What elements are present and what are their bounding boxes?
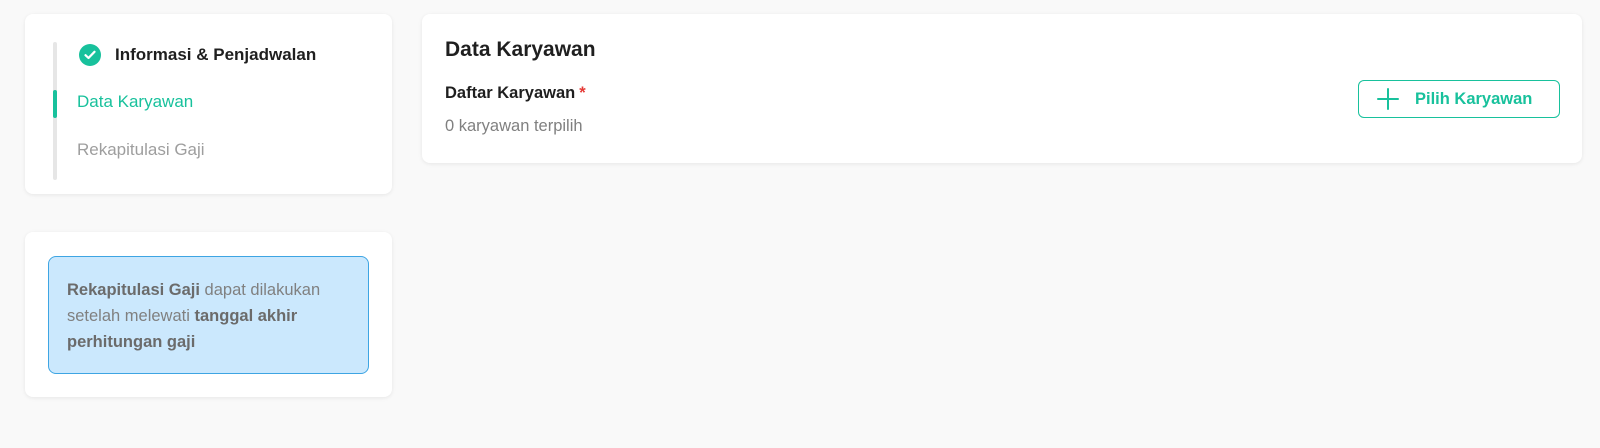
- step-label: Informasi & Penjadwalan: [115, 45, 317, 64]
- step-rekapitulasi-gaji[interactable]: Rekapitulasi Gaji: [77, 140, 205, 160]
- employee-data-card: Data Karyawan Daftar Karyawan * 0 karyawa…: [422, 14, 1582, 163]
- check-circle-icon: [79, 44, 101, 66]
- stepper-active-indicator: [53, 90, 57, 118]
- stepper-card: Informasi & Penjadwalan Data Karyawan Re…: [25, 14, 392, 194]
- employee-list-label: Daftar Karyawan *: [445, 84, 586, 103]
- plus-icon: [1377, 88, 1399, 110]
- pick-employee-button[interactable]: Pilih Karyawan: [1358, 80, 1560, 118]
- info-card: Rekapitulasi Gaji dapat dilakukan setela…: [25, 232, 392, 397]
- selected-employee-count: 0 karyawan terpilih: [445, 117, 583, 135]
- info-alert: Rekapitulasi Gaji dapat dilakukan setela…: [48, 256, 369, 374]
- field-label-text: Daftar Karyawan: [445, 84, 576, 102]
- step-data-karyawan[interactable]: Data Karyawan: [77, 92, 193, 112]
- page-title: Data Karyawan: [445, 38, 596, 61]
- required-marker: *: [579, 84, 586, 102]
- step-label: Data Karyawan: [77, 92, 194, 111]
- step-label: Rekapitulasi Gaji: [77, 140, 205, 159]
- pick-employee-label: Pilih Karyawan: [1415, 89, 1533, 108]
- step-informasi-penjadwalan[interactable]: Informasi & Penjadwalan: [77, 44, 316, 66]
- info-emphasis-title: Rekapitulasi Gaji: [67, 281, 200, 299]
